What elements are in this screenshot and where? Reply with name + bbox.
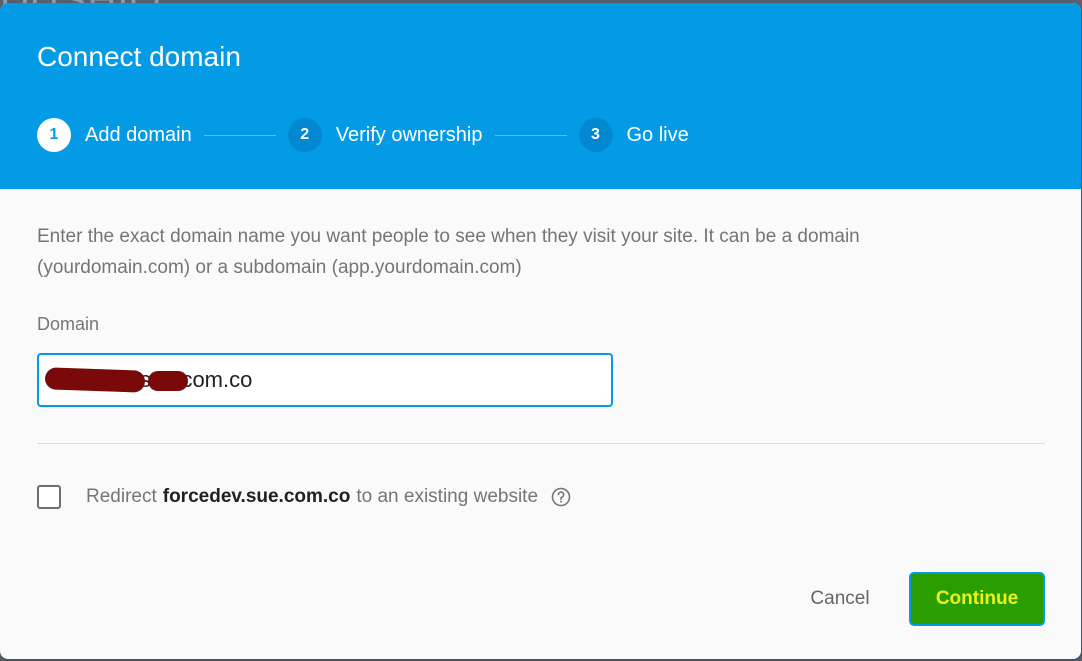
step-go-live: 3 Go live — [578, 118, 689, 152]
help-circle-icon[interactable] — [551, 487, 571, 507]
step-verify-ownership: 2 Verify ownership — [287, 118, 483, 152]
redaction-mark — [44, 367, 146, 393]
redirect-prefix-text: Redirect — [86, 486, 157, 507]
dialog-header: Connect domain 1 Add domain 2 Verify own… — [0, 3, 1081, 189]
instructions-text: Enter the exact domain name you want peo… — [37, 226, 860, 278]
connect-domain-dialog: Connect domain 1 Add domain 2 Verify own… — [0, 3, 1081, 659]
step-connector — [203, 134, 276, 136]
step-number-2: 2 — [287, 118, 322, 152]
redirect-checkbox[interactable] — [37, 485, 61, 509]
redirect-option: Redirect forcedev.sue.com.co to an exist… — [86, 483, 571, 511]
step-number-3: 3 — [578, 118, 613, 152]
step-number-1: 1 — [37, 118, 71, 152]
redaction-mark — [148, 371, 188, 391]
step-label-verify-ownership: Verify ownership — [335, 123, 483, 146]
redirect-domain-text: forcedev.sue.com.co — [162, 486, 351, 507]
step-connector — [494, 134, 567, 136]
dialog-title: Connect domain — [37, 41, 241, 72]
domain-field-label: Domain — [37, 314, 100, 334]
step-label-go-live: Go live — [626, 123, 689, 146]
step-add-domain: 1 Add domain — [37, 118, 192, 152]
step-label-add-domain: Add domain — [85, 123, 192, 146]
redirect-suffix-text: to an existing website — [356, 486, 539, 507]
cancel-button[interactable]: Cancel — [790, 575, 890, 623]
divider — [37, 443, 1045, 444]
stepper: 1 Add domain 2 Verify ownership 3 Go liv… — [37, 116, 689, 154]
continue-button[interactable]: Continue — [909, 572, 1045, 626]
